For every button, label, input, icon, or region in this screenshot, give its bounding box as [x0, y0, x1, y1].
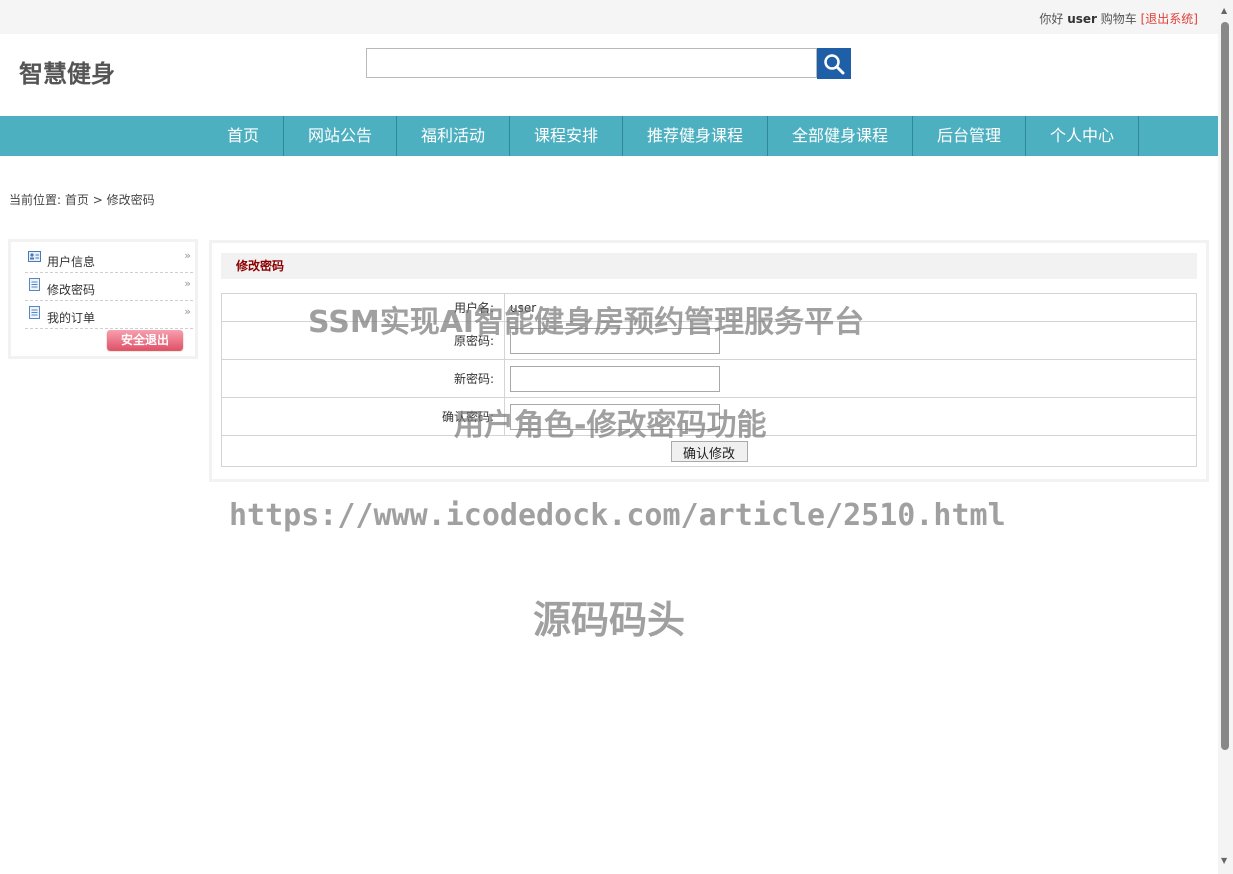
document-icon	[29, 278, 40, 291]
nav-item-benefits[interactable]: 福利活动	[397, 116, 510, 156]
new-password-label: 新密码:	[221, 359, 505, 398]
chevron-right-icon: »	[184, 277, 191, 290]
logout-link[interactable]: [退出系统]	[1141, 12, 1198, 26]
breadcrumb-current: 修改密码	[106, 193, 155, 207]
scroll-down-icon[interactable]: ▼	[1221, 856, 1227, 865]
scroll-up-icon[interactable]: ▲	[1221, 6, 1227, 15]
sidebar: 用户信息 » 修改密码 » 我的订单 » 安全退出	[8, 239, 198, 359]
nav-item-home[interactable]: 首页	[203, 116, 284, 156]
breadcrumb-prefix: 当前位置:	[9, 193, 62, 207]
user-card-icon	[28, 251, 41, 262]
watermark-brand: 源码码头	[533, 598, 686, 642]
sidebar-item-label: 我的订单	[47, 311, 96, 325]
chevron-right-icon: »	[184, 305, 191, 318]
nav-item-schedule[interactable]: 课程安排	[510, 116, 623, 156]
cart-link[interactable]: 购物车	[1101, 12, 1137, 26]
breadcrumb-separator: >	[92, 193, 103, 207]
main-nav: 首页 网站公告 福利活动 课程安排 推荐健身课程 全部健身课程 后台管理 个人中…	[0, 116, 1218, 156]
site-title: 智慧健身	[19, 60, 115, 88]
nav-item-profile[interactable]: 个人中心	[1026, 116, 1139, 156]
sidebar-item-label: 修改密码	[47, 283, 96, 297]
new-password-input[interactable]	[510, 365, 720, 392]
sidebar-item-label: 用户信息	[47, 255, 96, 269]
safe-exit-button[interactable]: 安全退出	[107, 330, 183, 350]
vertical-scrollbar[interactable]: ▲ ▼	[1218, 0, 1233, 874]
watermark-subtitle: 用户角色-修改密码功能	[454, 408, 767, 443]
user-links: 你好 user 购物车 [退出系统]	[1039, 10, 1198, 27]
greeting-text: 你好	[1039, 12, 1064, 26]
nav-item-admin[interactable]: 后台管理	[913, 116, 1026, 156]
username-text: user	[1067, 12, 1097, 26]
sidebar-item-change-password[interactable]: 修改密码 »	[25, 273, 193, 301]
watermark-title: SSM实现AI智能健身房预约管理服务平台	[308, 305, 865, 340]
document-icon	[29, 306, 40, 319]
search-button[interactable]	[817, 48, 851, 79]
watermark-url: https://www.icodedock.com/article/2510.h…	[229, 498, 1006, 533]
search-input[interactable]	[366, 48, 817, 78]
nav-item-announcements[interactable]: 网站公告	[284, 116, 397, 156]
sidebar-item-my-orders[interactable]: 我的订单 »	[25, 301, 193, 329]
scrollbar-thumb[interactable]	[1221, 22, 1229, 750]
breadcrumb-home[interactable]: 首页	[65, 193, 89, 207]
search-icon	[824, 53, 845, 74]
form-row-new-password: 新密码:	[221, 359, 1197, 398]
nav-item-recommended-courses[interactable]: 推荐健身课程	[623, 116, 768, 156]
sidebar-item-user-info[interactable]: 用户信息 »	[25, 245, 193, 273]
top-bar: 你好 user 购物车 [退出系统]	[0, 0, 1218, 34]
change-password-panel: 修改密码 用户名: user 原密码: 新密码: 确认密码: 确认修改	[209, 240, 1209, 482]
breadcrumb: 当前位置: 首页 > 修改密码	[9, 191, 155, 208]
panel-title: 修改密码	[221, 253, 1197, 279]
chevron-right-icon: »	[184, 249, 191, 262]
nav-item-all-courses[interactable]: 全部健身课程	[768, 116, 913, 156]
